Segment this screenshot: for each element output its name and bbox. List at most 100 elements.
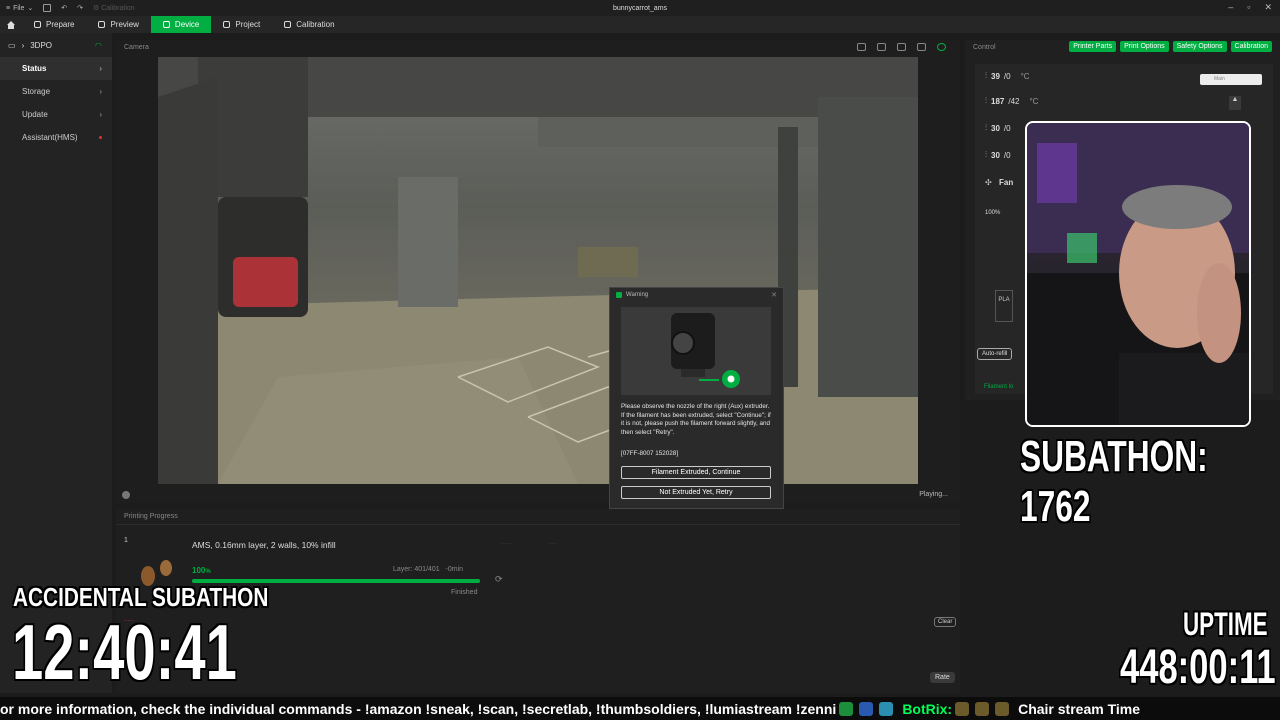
home-icon <box>7 20 15 29</box>
fan-label: Fan <box>999 178 1014 187</box>
live-icon[interactable] <box>937 43 946 51</box>
retry-button[interactable]: Not Extruded Yet, Retry <box>621 486 771 499</box>
temperature-icon: ⫶ <box>985 96 987 105</box>
save-icon[interactable] <box>43 4 52 12</box>
sidebar-item-assistant[interactable]: Assistant(HMS) <box>0 126 112 149</box>
camera-panel: Camera Playing... <box>116 40 960 503</box>
extruder-image <box>671 313 740 388</box>
auto-refill-button[interactable]: Auto-refill <box>977 348 1013 360</box>
temp-current: 39 <box>991 71 1000 81</box>
safety-options-button[interactable]: Safety Options <box>1172 41 1227 52</box>
tab-prepare[interactable]: Prepare <box>22 16 86 33</box>
tab-project[interactable]: Project <box>211 16 272 33</box>
temperature-icon: ⫶ <box>985 150 987 159</box>
uptime-label: UPTIME <box>1183 606 1268 642</box>
temp-row-nozzle[interactable]: ⫶ 187 /42 °C <box>985 96 1038 106</box>
chevron-right-icon: › <box>99 110 102 119</box>
redo-icon[interactable]: ↷ <box>77 4 83 12</box>
hamburger-icon: ≡ <box>6 4 11 12</box>
uptime-value: 448:00:11 <box>1120 641 1276 694</box>
camera-header: Camera <box>124 43 149 51</box>
layer-info: Layer: 401/401 -0min <box>393 566 463 573</box>
emote-icon <box>975 701 990 716</box>
prepare-icon <box>34 21 41 28</box>
preview-icon <box>98 21 106 28</box>
file-menu-label: File <box>13 4 25 12</box>
fan-icon: ✣ <box>985 178 992 187</box>
temp-current: 30 <box>991 123 1000 133</box>
temp-row-bed[interactable]: ⫶ 39 /0 °C <box>985 71 1030 81</box>
storage-icon[interactable] <box>857 43 866 51</box>
alert-dot <box>99 136 102 139</box>
sidebar-item-update[interactable]: Update › <box>0 103 112 126</box>
rate-button[interactable]: Rate <box>930 672 955 683</box>
streamer-image <box>1027 123 1249 425</box>
warning-dialog: Warning ✕ Please observe the nozzle of t… <box>609 287 784 509</box>
temperature-icon: ⫶ <box>985 71 987 80</box>
tab-device-label: Device <box>174 20 200 29</box>
camera-status: Playing... <box>919 491 948 498</box>
project-icon <box>223 21 231 28</box>
file-menu[interactable]: ≡ File ⌄ <box>6 4 34 13</box>
emote-icon <box>879 701 894 716</box>
close-button[interactable]: ✕ <box>1264 2 1272 13</box>
filament-load-link[interactable]: Filament lo <box>984 384 1013 390</box>
temp-target: /0 <box>1003 71 1011 81</box>
maximize-button[interactable]: ▫ <box>1247 2 1250 13</box>
record-icon[interactable] <box>877 43 886 51</box>
error-code: [07FF-8007 152028] <box>621 450 679 457</box>
z-up-button[interactable]: ▲ <box>1229 96 1241 110</box>
faint-label-2: ···· <box>549 541 557 547</box>
tab-device[interactable]: Device <box>150 16 212 33</box>
calibration-shortcut[interactable]: ⚙ Calibration <box>93 4 135 12</box>
time-remaining: -0min <box>445 566 464 573</box>
continue-button[interactable]: Filament Extruded, Continue <box>621 466 771 479</box>
play-button[interactable] <box>122 490 130 499</box>
printer-parts-button[interactable]: Printer Parts <box>1069 41 1117 52</box>
timelapse-icon[interactable] <box>897 43 906 51</box>
chevron-down-icon: ⌄ <box>27 5 34 12</box>
title-bar: ≡ File ⌄ ↶ ↷ ⚙ Calibration bunnycarrot_a… <box>0 0 1280 16</box>
temp-target: /0 <box>1003 123 1011 133</box>
temp-target: /42 <box>1008 96 1020 106</box>
refresh-icon[interactable]: ⟳ <box>495 574 503 585</box>
minimize-button[interactable]: – <box>1228 2 1233 13</box>
print-options-button[interactable]: Print Options <box>1120 41 1169 52</box>
tab-preview[interactable]: Preview <box>86 16 150 33</box>
window-title: bunnycarrot_ams <box>612 4 668 12</box>
job-index: 1 <box>124 537 128 544</box>
close-icon[interactable]: ✕ <box>771 291 777 299</box>
settings-icon[interactable] <box>917 43 926 51</box>
fan-percent: 100% <box>985 210 1001 216</box>
device-icon <box>162 21 170 28</box>
calibration-shortcut-label: Calibration <box>101 5 135 12</box>
sidebar-item-storage[interactable]: Storage › <box>0 80 112 103</box>
tab-preview-label: Preview <box>110 20 139 29</box>
tab-calibration[interactable]: Calibration <box>272 16 346 33</box>
undo-icon[interactable]: ↶ <box>61 4 67 12</box>
extruder-illustration <box>621 307 771 395</box>
sidebar-item-status[interactable]: Status › <box>0 57 112 80</box>
tab-calibration-label: Calibration <box>296 20 335 29</box>
job-status: Finished <box>451 589 478 596</box>
dialog-message: Please observe the nozzle of the right (… <box>621 403 771 436</box>
printer-selector[interactable]: ▭ › 3DPO ◠ <box>0 33 112 57</box>
dialog-title: Warning <box>626 291 649 298</box>
clear-button[interactable]: Clear <box>934 617 957 627</box>
ticker-user: BotRix: <box>902 700 953 717</box>
camera-feed <box>158 57 918 484</box>
streamer-webcam <box>1025 121 1251 427</box>
layer-count: Layer: 401/401 <box>393 566 440 573</box>
calibration-button[interactable]: Calibration <box>1230 41 1272 52</box>
home-button[interactable] <box>0 16 22 33</box>
main-nav: Prepare Preview Device Project Calibrati… <box>0 16 1280 33</box>
temp-current: 187 <box>991 96 1005 106</box>
job-title: AMS, 0.16mm layer, 2 walls, 10% infill <box>192 540 336 550</box>
emote-icon <box>839 701 854 716</box>
temp-row-4[interactable]: ⫶ 30 /0 <box>985 150 1011 160</box>
ticker-tail: Chair stream Time <box>1018 700 1140 717</box>
tab-main[interactable]: Main <box>1200 74 1262 85</box>
filament-slot-pla[interactable]: PLA <box>995 290 1013 322</box>
temp-row-3[interactable]: ⫶ 30 /0 <box>985 123 1011 133</box>
emote-icon <box>955 701 970 716</box>
